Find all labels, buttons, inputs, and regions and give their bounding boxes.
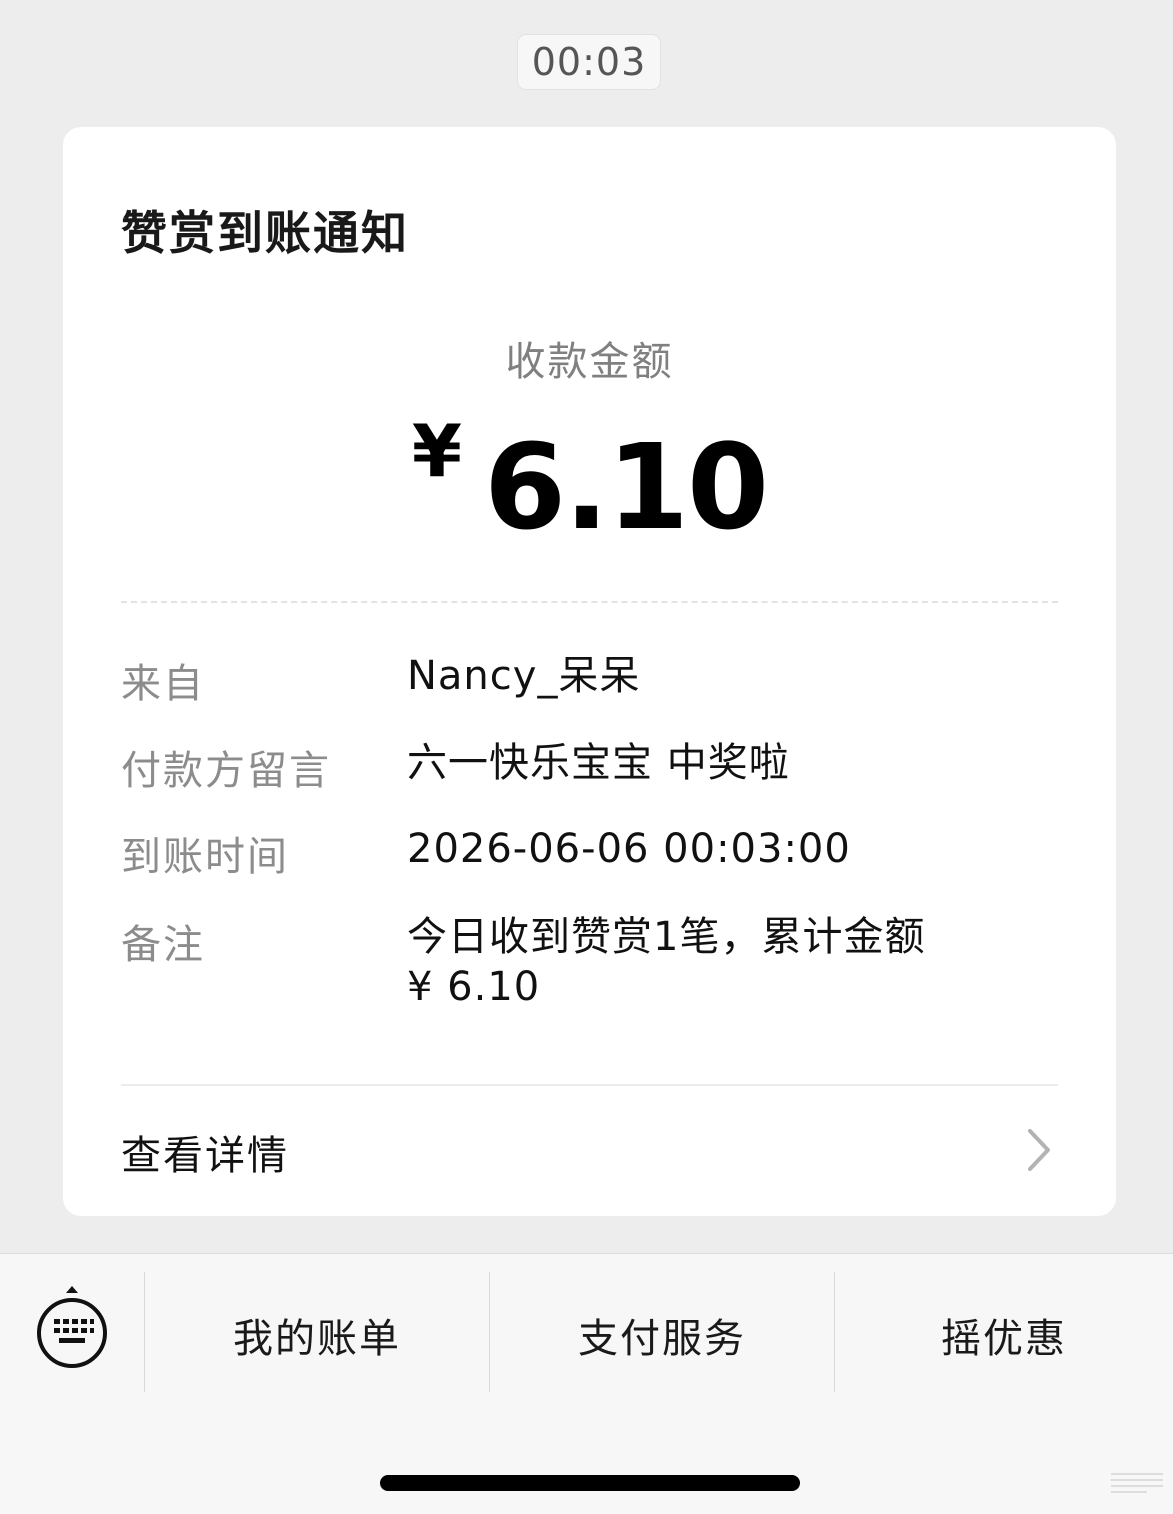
row-label: 备注 (121, 922, 205, 968)
bottom-menu-bar: 我的账单 支付服务 摇优惠 (0, 1253, 1173, 1514)
menu-my-bills[interactable]: 我的账单 (145, 1306, 489, 1364)
amount-label: 收款金额 (505, 339, 674, 385)
keyboard-toggle-button[interactable] (30, 1282, 114, 1392)
amount-value: 6.10 (483, 418, 769, 556)
row-value: Nancy_呆呆 (407, 653, 641, 699)
watermark-icon (1111, 1473, 1163, 1493)
view-details-link[interactable]: 查看详情 (121, 1117, 1058, 1187)
message-timestamp: 00:03 (517, 34, 661, 90)
row-label: 到账时间 (121, 834, 289, 880)
row-label: 来自 (121, 661, 205, 707)
menu-shake-offers[interactable]: 摇优惠 (835, 1306, 1173, 1364)
card-title: 赞赏到账通知 (121, 206, 409, 260)
dashed-divider (121, 601, 1058, 603)
home-indicator (380, 1475, 800, 1491)
keyboard-icon (37, 1286, 107, 1368)
payment-notification-card[interactable]: 赞赏到账通知 收款金额 ¥6.10 来自 Nancy_呆呆 付款方留言 六一快乐… (63, 127, 1116, 1216)
row-value: 2026-06-06 00:03:00 (407, 826, 851, 872)
remark-line-1: 今日收到赞赏1笔，累计金额 (407, 914, 926, 960)
chevron-right-icon (1018, 1125, 1058, 1175)
row-label: 付款方留言 (121, 748, 331, 794)
menu-payment-services[interactable]: 支付服务 (490, 1306, 834, 1364)
remark-line-2: ¥ 6.10 (407, 964, 541, 1010)
solid-divider (121, 1084, 1058, 1086)
currency-symbol: ¥ (411, 409, 462, 493)
row-value: 六一快乐宝宝 中奖啦 (407, 740, 790, 786)
amount-display: ¥6.10 (63, 409, 1116, 556)
row-value: 今日收到赞赏1笔，累计金额 ¥ 6.10 (407, 912, 925, 1012)
view-details-label: 查看详情 (121, 1133, 289, 1179)
